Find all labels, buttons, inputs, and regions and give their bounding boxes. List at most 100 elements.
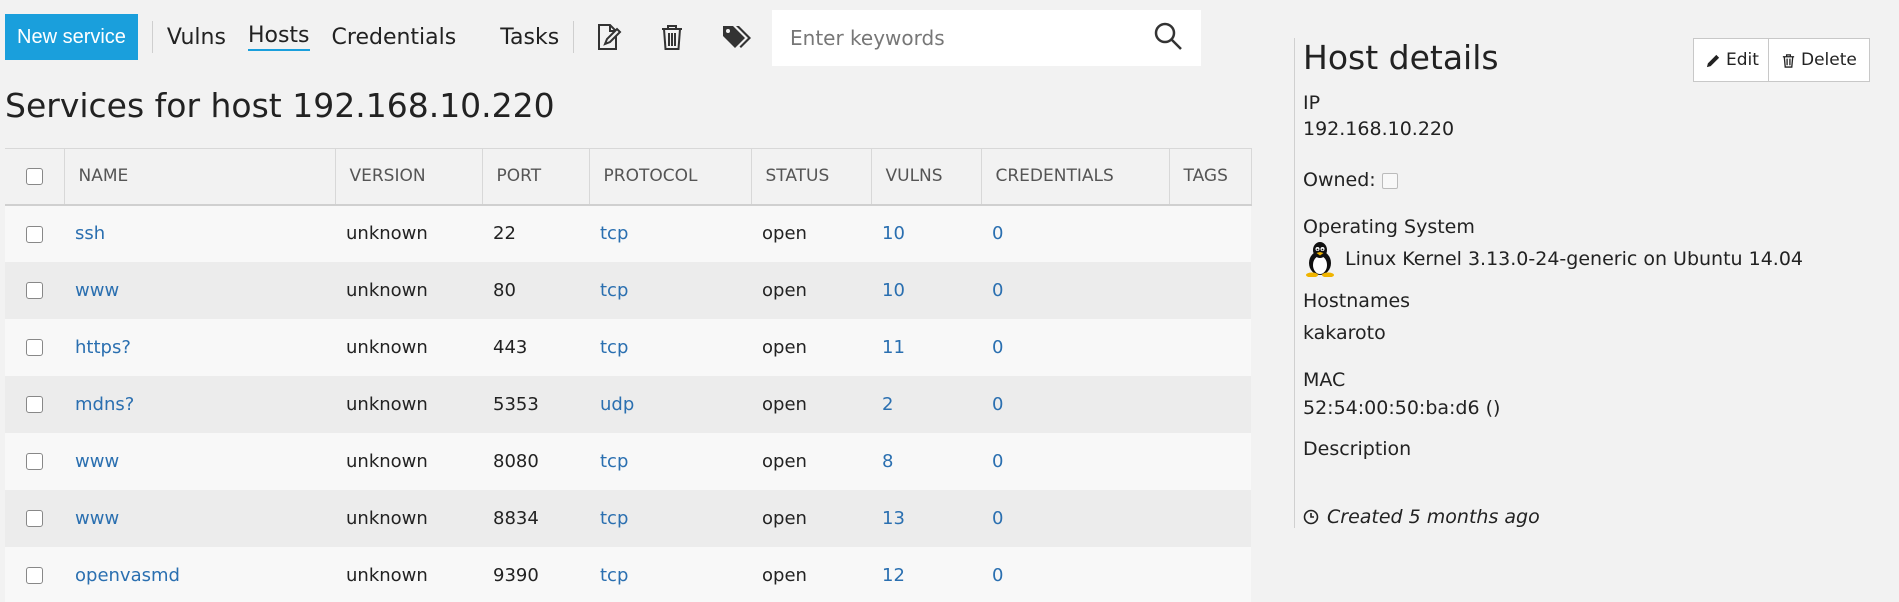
cell-port: 443 bbox=[493, 336, 528, 358]
row-checkbox[interactable] bbox=[5, 262, 64, 319]
cell-vulns[interactable]: 10 bbox=[871, 262, 981, 319]
cell-vulns[interactable]: 12 bbox=[871, 547, 981, 602]
trash-icon[interactable] bbox=[652, 17, 692, 57]
column-header-version[interactable]: VERSION bbox=[335, 148, 483, 206]
cell-protocol[interactable]: tcp bbox=[589, 547, 751, 602]
cell-tags bbox=[1169, 376, 1251, 433]
cell-credentials[interactable]: 0 bbox=[981, 262, 1169, 319]
cell-status: open bbox=[762, 450, 807, 472]
cell-name[interactable]: www bbox=[64, 490, 335, 547]
toolbar: New service Vulns Hosts Credentials Task… bbox=[5, 14, 780, 60]
row-checkbox[interactable] bbox=[5, 205, 64, 262]
hostnames-label: Hostnames bbox=[1303, 290, 1411, 312]
table-row: www unknown 8834 tcp open 13 0 bbox=[5, 489, 1251, 547]
cell-port: 5353 bbox=[493, 393, 539, 415]
edit-note-icon[interactable] bbox=[588, 17, 628, 57]
cell-protocol[interactable]: tcp bbox=[589, 490, 751, 547]
owned-checkbox bbox=[1381, 172, 1398, 189]
cell-status: open bbox=[762, 279, 807, 301]
nav-hosts[interactable]: Hosts bbox=[247, 23, 310, 51]
description-label: Description bbox=[1303, 438, 1412, 460]
row-checkbox[interactable] bbox=[5, 376, 64, 433]
cell-name[interactable]: https? bbox=[64, 319, 335, 376]
cell-vulns[interactable]: 13 bbox=[871, 490, 981, 547]
search-icon[interactable] bbox=[1153, 21, 1183, 55]
cell-credentials[interactable]: 0 bbox=[981, 490, 1169, 547]
cell-credentials[interactable]: 0 bbox=[981, 433, 1169, 490]
cell-version: unknown bbox=[346, 507, 428, 529]
os-row: Linux Kernel 3.13.0-24-generic on Ubuntu… bbox=[1303, 241, 1803, 277]
trash-icon bbox=[1782, 53, 1795, 68]
column-header-status[interactable]: STATUS bbox=[751, 148, 872, 206]
cell-tags bbox=[1169, 205, 1251, 262]
cell-tags bbox=[1169, 433, 1251, 490]
nav-credentials[interactable]: Credentials bbox=[332, 25, 457, 50]
select-all-checkbox[interactable] bbox=[5, 148, 65, 206]
cell-protocol[interactable]: tcp bbox=[589, 262, 751, 319]
search-box bbox=[772, 10, 1201, 66]
cell-version: unknown bbox=[346, 564, 428, 586]
cell-status: open bbox=[762, 564, 807, 586]
cell-version: unknown bbox=[346, 279, 428, 301]
mac-label: MAC bbox=[1303, 369, 1346, 391]
cell-name[interactable]: openvasmd bbox=[64, 547, 335, 602]
cell-name[interactable]: mdns? bbox=[64, 376, 335, 433]
cell-protocol[interactable]: tcp bbox=[589, 319, 751, 376]
cell-vulns[interactable]: 10 bbox=[871, 205, 981, 262]
row-checkbox[interactable] bbox=[5, 433, 64, 490]
owned-label: Owned: bbox=[1303, 169, 1376, 191]
search-input[interactable] bbox=[790, 26, 1153, 50]
column-header-protocol[interactable]: PROTOCOL bbox=[589, 148, 752, 206]
cell-port: 8834 bbox=[493, 507, 539, 529]
toolbar-divider bbox=[151, 21, 153, 53]
cell-vulns[interactable]: 2 bbox=[871, 376, 981, 433]
delete-button[interactable]: Delete bbox=[1768, 38, 1870, 82]
cell-vulns[interactable]: 8 bbox=[871, 433, 981, 490]
cell-credentials[interactable]: 0 bbox=[981, 205, 1169, 262]
cell-name[interactable]: ssh bbox=[64, 205, 335, 262]
cell-port: 80 bbox=[493, 279, 516, 301]
mac-value: 52:54:00:50:ba:d6 () bbox=[1303, 397, 1501, 419]
cell-protocol[interactable]: udp bbox=[589, 376, 751, 433]
cell-version: unknown bbox=[346, 336, 428, 358]
cell-tags bbox=[1169, 319, 1251, 376]
cell-port: 8080 bbox=[493, 450, 539, 472]
cell-credentials[interactable]: 0 bbox=[981, 376, 1169, 433]
host-details-panel: Host details Edit Delete IP 192.168.10.2… bbox=[1294, 38, 1899, 528]
table-row: ssh unknown 22 tcp open 10 0 bbox=[5, 204, 1251, 262]
cell-version: unknown bbox=[346, 450, 428, 472]
page-title: Services for host 192.168.10.220 bbox=[5, 86, 555, 125]
cell-port: 9390 bbox=[493, 564, 539, 586]
cell-version: unknown bbox=[346, 393, 428, 415]
table-row: mdns? unknown 5353 udp open 2 0 bbox=[5, 375, 1251, 433]
row-checkbox[interactable] bbox=[5, 490, 64, 547]
row-checkbox[interactable] bbox=[5, 547, 64, 602]
tags-icon[interactable] bbox=[716, 17, 756, 57]
hostnames-value: kakaroto bbox=[1303, 322, 1386, 344]
nav-vulns[interactable]: Vulns bbox=[167, 25, 226, 50]
created-text: Created 5 months ago bbox=[1327, 506, 1540, 528]
cell-protocol[interactable]: tcp bbox=[589, 433, 751, 490]
nav-tasks[interactable]: Tasks bbox=[500, 25, 559, 50]
cell-name[interactable]: www bbox=[64, 262, 335, 319]
cell-credentials[interactable]: 0 bbox=[981, 547, 1169, 602]
cell-protocol[interactable]: tcp bbox=[589, 205, 751, 262]
pencil-icon bbox=[1706, 54, 1720, 67]
column-header-port[interactable]: PORT bbox=[482, 148, 590, 206]
column-header-vulns[interactable]: VULNS bbox=[871, 148, 982, 206]
ip-label: IP bbox=[1303, 92, 1321, 114]
cell-tags bbox=[1169, 262, 1251, 319]
owned-row: Owned: bbox=[1303, 169, 1398, 191]
cell-vulns[interactable]: 11 bbox=[871, 319, 981, 376]
row-checkbox[interactable] bbox=[5, 319, 64, 376]
cell-name[interactable]: www bbox=[64, 433, 335, 490]
table-row: openvasmd unknown 9390 tcp open 12 0 bbox=[5, 546, 1251, 602]
column-header-tags[interactable]: TAGS bbox=[1169, 148, 1252, 206]
column-header-credentials[interactable]: CREDENTIALS bbox=[981, 148, 1170, 206]
new-service-button[interactable]: New service bbox=[5, 14, 138, 60]
ip-value: 192.168.10.220 bbox=[1303, 118, 1455, 140]
edit-button[interactable]: Edit bbox=[1693, 38, 1772, 82]
table-header: NAME VERSION PORT PROTOCOL STATUS VULNS … bbox=[5, 148, 1252, 206]
column-header-name[interactable]: NAME bbox=[64, 148, 336, 206]
cell-credentials[interactable]: 0 bbox=[981, 319, 1169, 376]
